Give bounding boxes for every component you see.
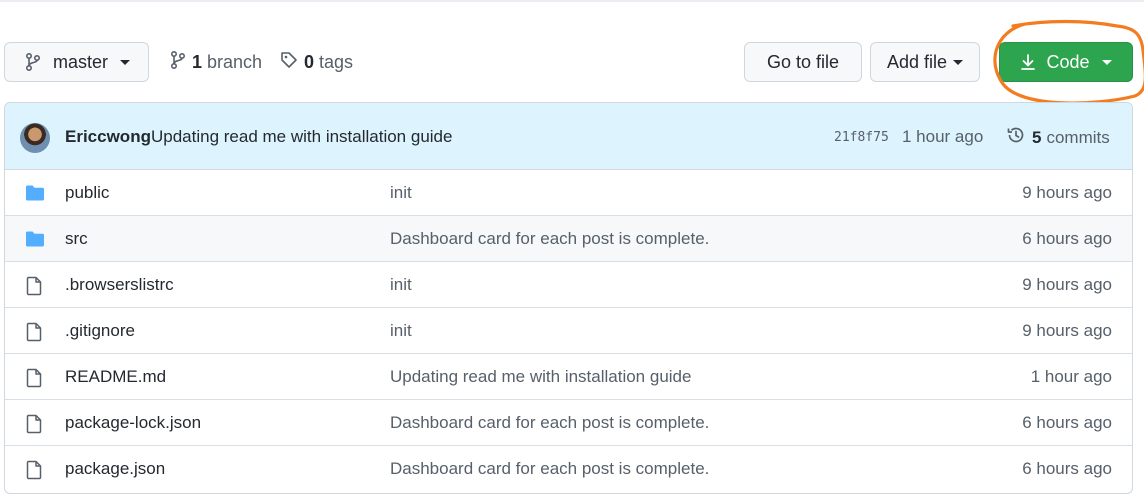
file-name[interactable]: package.json [65,459,165,479]
branch-count: 1 [192,51,203,72]
go-to-file-button[interactable]: Go to file [744,42,862,82]
tag-count: 0 [304,51,315,72]
branch-select-button[interactable]: master [4,42,149,82]
folder-icon [25,230,45,253]
file-icon [25,322,43,347]
commit-count: 5 [1032,127,1042,147]
file-row[interactable]: package.json Dashboard card for each post… [5,446,1132,492]
file-commit-time: 6 hours ago [1022,459,1112,478]
file-commit-time: 6 hours ago [1022,413,1112,432]
top-divider [0,0,1144,2]
tags-link[interactable]: 0 tags [280,42,353,82]
file-commit-message[interactable]: init [390,321,412,341]
file-commit-time: 6 hours ago [1022,229,1112,248]
git-branch-icon [25,53,41,71]
file-commit-time: 9 hours ago [1022,183,1112,202]
file-list: public init 9 hours ago src Dashboard card f… [5,170,1132,492]
history-icon [1006,125,1026,150]
caret-down-icon [120,59,131,65]
file-commit-time: 1 hour ago [1030,367,1112,386]
add-file-button[interactable]: Add file [870,42,980,82]
file-icon [25,460,43,485]
file-icon [25,414,43,439]
file-name[interactable]: public [65,183,109,203]
commit-word: commits [1046,127,1110,147]
file-row[interactable]: public init 9 hours ago [5,170,1132,216]
latest-commit-bar: Ericcwong Updating read me with installa… [5,103,1132,170]
file-row[interactable]: package-lock.json Dashboard card for each… [5,400,1132,446]
branches-link[interactable]: 1 branch [170,42,262,82]
caret-down-icon [1101,59,1112,65]
commit-author[interactable]: Ericcwong [65,127,151,147]
file-commit-message[interactable]: init [390,275,412,295]
git-branch-icon [170,50,186,74]
file-commit-message[interactable]: Dashboard card for each post is complete… [390,229,709,249]
commit-sha[interactable]: 21f8f75 [834,130,889,145]
file-row[interactable]: .gitignore init 9 hours ago [5,308,1132,354]
commit-time: 1 hour ago [902,127,984,146]
download-icon [1020,53,1036,71]
code-button[interactable]: Code [999,42,1133,82]
caret-down-icon [953,59,964,65]
file-commit-message[interactable]: Updating read me with installation guide [390,367,691,387]
file-row[interactable]: .browserslistrc init 9 hours ago [5,262,1132,308]
file-name[interactable]: .gitignore [65,321,135,341]
file-row[interactable]: src Dashboard card for each post is compl… [5,216,1132,262]
file-name[interactable]: .browserslistrc [65,275,174,295]
folder-icon [25,184,45,207]
file-name[interactable]: README.md [65,367,166,387]
file-name[interactable]: package-lock.json [65,413,201,433]
avatar[interactable] [20,123,50,153]
file-commit-time: 9 hours ago [1022,275,1112,294]
file-icon [25,276,43,301]
commit-message[interactable]: Updating read me with installation guide [151,127,452,147]
file-commit-message[interactable]: init [390,183,412,203]
repo-toolbar: master 1 branch 0 tags Go to file Add fi… [0,42,1144,82]
file-icon [25,368,43,393]
file-row[interactable]: README.md Updating read me with installat… [5,354,1132,400]
commits-link[interactable]: 5 commits [1006,125,1110,150]
file-name[interactable]: src [65,229,88,249]
tag-icon [280,51,298,74]
file-commit-message[interactable]: Dashboard card for each post is complete… [390,413,709,433]
file-commit-message[interactable]: Dashboard card for each post is complete… [390,459,709,479]
add-file-label: Add file [886,51,948,72]
branch-name: master [53,51,109,72]
go-to-file-label: Go to file [766,51,840,72]
file-commit-time: 9 hours ago [1022,321,1112,340]
file-browser: Ericcwong Updating read me with installa… [4,102,1133,494]
code-label: Code [1046,51,1090,72]
tag-word: tags [319,51,354,72]
branch-word: branch [207,51,263,72]
